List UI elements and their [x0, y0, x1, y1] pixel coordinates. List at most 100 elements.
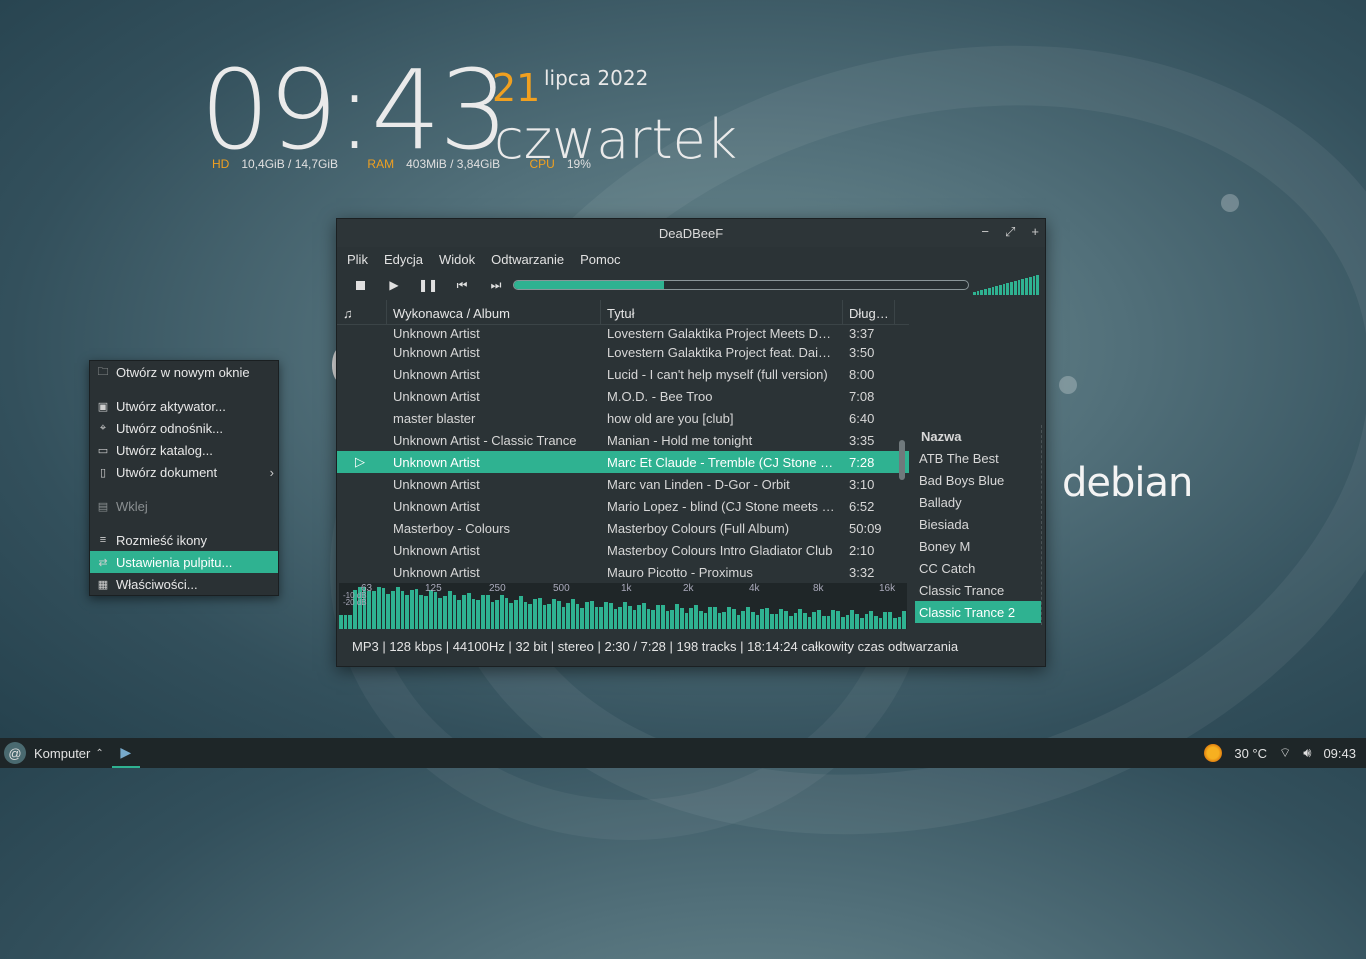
playlist-browser-item[interactable]: Bad Boys Blue: [915, 469, 1041, 491]
spectrum-bar: [499, 595, 504, 629]
context-menu-item-label: Utwórz odnośnik...: [116, 420, 223, 436]
spectrum-bar: [679, 607, 684, 629]
playlist-row-length: 7:08: [849, 388, 875, 404]
menu-3[interactable]: Odtwarzanie: [491, 252, 564, 267]
previous-button[interactable]: ⏮: [451, 275, 473, 295]
volume-bar-segment: [1032, 276, 1036, 295]
playlist-row-artist: Unknown Artist: [393, 542, 480, 558]
playlist-row[interactable]: Unknown Artist Mario Lopez - blind (CJ St…: [337, 495, 909, 517]
playlist-scrollbar[interactable]: [899, 440, 905, 480]
spectrum-bar: [727, 606, 731, 629]
menu-2[interactable]: Widok: [439, 252, 475, 267]
applications-menu-label[interactable]: Komputer: [34, 746, 90, 761]
context-menu-item[interactable]: ⌖ Utwórz odnośnik...: [90, 417, 278, 439]
spectrum-bar: [585, 602, 589, 629]
playlist-browser-item[interactable]: Biesiada: [915, 513, 1041, 535]
menu-separator: [90, 483, 278, 495]
playlist-row[interactable]: Unknown Artist Lovestern Galaktika Projec…: [337, 341, 909, 363]
volume-bar[interactable]: [973, 275, 1039, 295]
spectrum-bar: [774, 614, 779, 629]
spectrum-bar: [817, 609, 821, 629]
playlist-row[interactable]: Unknown Artist Masterboy Colours Intro Gl…: [337, 539, 909, 561]
context-menu-item[interactable]: ▯ Utwórz dokument ›: [90, 461, 278, 483]
playlist-row[interactable]: Unknown Artist Lovestern Galaktika Projec…: [337, 325, 909, 341]
playlist-browser-item[interactable]: ATB The Best: [915, 447, 1041, 469]
window-titlebar[interactable]: DeaDBeeF − ⤢ +: [337, 219, 1045, 247]
context-menu-item[interactable]: ▭ Utwórz katalog...: [90, 439, 278, 461]
playlist-row-artist: Unknown Artist: [393, 344, 480, 360]
context-menu-item[interactable]: ≡ Rozmieść ikony: [90, 529, 278, 551]
next-button[interactable]: ⏭: [485, 275, 507, 295]
spectrum-bar: [892, 618, 897, 629]
playlist-browser-header[interactable]: Nazwa: [915, 425, 1041, 447]
playlist-row-artist: Unknown Artist: [393, 388, 480, 404]
hd-value: 10,4GiB / 14,7GiB: [241, 157, 339, 171]
temperature[interactable]: 30 °C: [1234, 746, 1267, 761]
minimize-icon[interactable]: −: [981, 224, 989, 240]
spectrum-bar: [769, 614, 774, 629]
context-menu-item-label: Ustawienia pulpitu...: [116, 554, 233, 570]
playlist-row-title: Lovestern Galaktika Project feat. Dai…: [607, 344, 831, 360]
menu-0[interactable]: Plik: [347, 252, 368, 267]
playlist-row[interactable]: master blaster how old are you [club] 6:40: [337, 407, 909, 429]
maximize-icon[interactable]: ⤢: [1005, 224, 1015, 240]
weather-sun-icon[interactable]: [1204, 744, 1223, 762]
playlist-row[interactable]: Unknown Artist Marc van Linden - D-Gor - …: [337, 473, 909, 495]
column-header-icon[interactable]: ♫: [337, 300, 387, 324]
menu-4[interactable]: Pomoc: [580, 252, 620, 267]
playlist-browser-item[interactable]: Ballady: [915, 491, 1041, 513]
spectrum-bar: [646, 609, 651, 629]
playlist-row[interactable]: Unknown Artist - Classic Trance Manian - …: [337, 429, 909, 451]
spectrum-bar: [537, 598, 542, 629]
playlist-row-title: Manian - Hold me tonight: [607, 432, 753, 448]
playlist-browser-item[interactable]: CC Catch: [915, 557, 1041, 579]
volume-icon[interactable]: 🔊︎: [1303, 745, 1311, 761]
wallpaper-dot: [1059, 376, 1077, 394]
spectrum-bar: [608, 603, 613, 629]
playlist-browser-item[interactable]: Classic Trance: [915, 579, 1041, 601]
playlist-row[interactable]: Unknown Artist Mauro Picotto - Proximus 3:…: [337, 561, 909, 580]
stop-button[interactable]: [349, 275, 371, 295]
context-menu-item[interactable]: 🗀︎ Otwórz w nowym oknie: [90, 361, 278, 383]
spectrum-freq-label: 250: [489, 583, 506, 594]
playlist-browser-item[interactable]: Classic Trance 2: [915, 601, 1041, 623]
spectrum-bar: [462, 595, 466, 629]
pause-button[interactable]: ❚❚: [417, 275, 439, 295]
column-header-title[interactable]: Tytuł: [601, 300, 843, 324]
context-menu-item[interactable]: ▣ Utwórz aktywator...: [90, 395, 278, 417]
playlist-row[interactable]: Unknown Artist M.O.D. - Bee Troo 7:08: [337, 385, 909, 407]
context-menu-item[interactable]: ▦ Właściwości...: [90, 573, 278, 595]
debian-menu-icon[interactable]: @: [4, 742, 26, 764]
seek-bar-fill: [514, 281, 664, 289]
chevron-up-icon[interactable]: ⌃: [95, 748, 103, 759]
spectrum-bar: [547, 604, 552, 629]
context-menu-item[interactable]: ⇄ Ustawienia pulpitu...: [90, 551, 278, 573]
play-button[interactable]: ▶: [383, 275, 405, 295]
playlist-row-title: Lucid - I can't help myself (full versio…: [607, 366, 828, 382]
playlist-row[interactable]: Unknown Artist Lucid - I can't help mysel…: [337, 363, 909, 385]
context-menu-item-label: Rozmieść ikony: [116, 532, 208, 548]
spectrum-bar: [708, 607, 713, 629]
column-header-length[interactable]: Dług…: [843, 300, 895, 324]
clock[interactable]: 09:43: [1323, 746, 1356, 761]
menu-separator: [90, 517, 278, 529]
spectrum-freq-label: 4k: [749, 583, 760, 594]
spectrum-bar: [675, 604, 679, 629]
playlist-row[interactable]: ▷ Unknown Artist Marc Et Claude - Tremble …: [337, 451, 909, 473]
network-icon[interactable]: ⌔: [1279, 745, 1291, 761]
playlist-browser-item[interactable]: Boney M: [915, 535, 1041, 557]
spectrum-bar: [594, 607, 599, 629]
spectrum-freq-label: 1k: [621, 583, 632, 594]
volume-bar-segment: [976, 291, 980, 295]
playlist[interactable]: ♫ Wykonawca / Album Tytuł Dług… Unknown …: [337, 300, 909, 580]
spectrum-bar: [343, 615, 348, 629]
playlist-row[interactable]: Masterboy - Colours Masterboy Colours (Fu…: [337, 517, 909, 539]
playlist-row-length: 7:28: [849, 454, 875, 470]
close-icon[interactable]: +: [1031, 224, 1039, 240]
seek-bar[interactable]: [513, 280, 969, 290]
stop-icon: [355, 280, 365, 290]
context-menu-item-label: Utwórz katalog...: [116, 442, 213, 458]
menu-1[interactable]: Edycja: [384, 252, 423, 267]
column-header-artist[interactable]: Wykonawca / Album: [387, 300, 601, 324]
deadbeef-taskbar-icon[interactable]: ▶: [111, 738, 140, 768]
